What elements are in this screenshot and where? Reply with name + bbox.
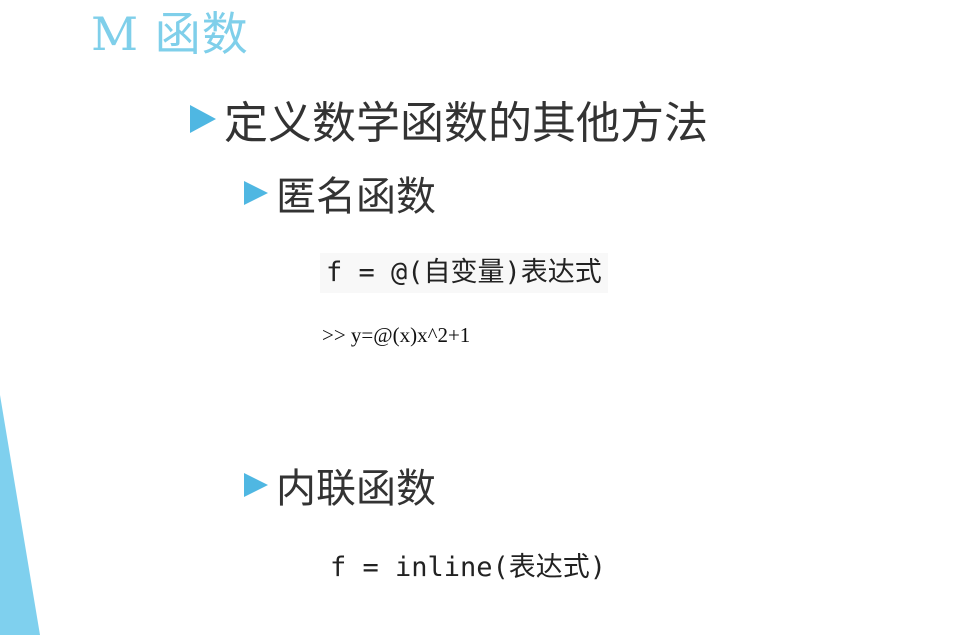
anonymous-example-code: >> y=@(x)x^2+1 (322, 323, 471, 347)
bullet-other-methods: 定义数学函数的其他方法 (190, 92, 708, 149)
slide-title: M 函数 (91, 7, 249, 61)
decorative-strip (0, 395, 40, 635)
bullet-triangle-icon (244, 181, 268, 205)
bullet-triangle-icon (244, 473, 268, 497)
bullet-inline-function: 内联函数 (244, 460, 436, 512)
anonymous-syntax-code: f = @(自变量)表达式 (320, 253, 608, 293)
bullet-text: 内联函数 (276, 466, 436, 512)
bullet-text: 匿名函数 (276, 174, 436, 220)
inline-syntax-code: f = inline(表达式) (330, 552, 607, 583)
bullet-anonymous-function: 匿名函数 (244, 168, 436, 220)
bullet-triangle-icon (190, 105, 216, 133)
bullet-text: 定义数学函数的其他方法 (224, 98, 708, 149)
